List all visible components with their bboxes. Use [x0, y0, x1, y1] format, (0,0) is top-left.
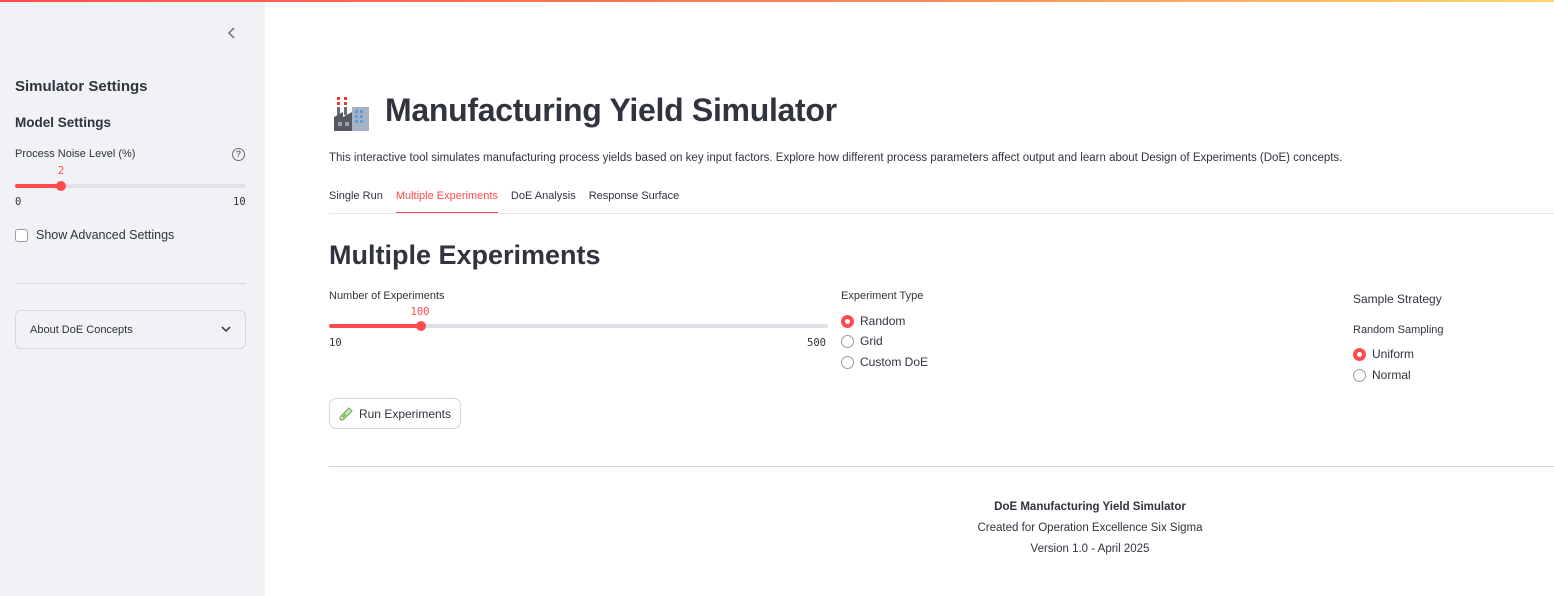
- tab-bar: Single Run Multiple Experiments DoE Anal…: [329, 185, 692, 214]
- footer-credit: Created for Operation Excellence Six Sig…: [977, 522, 1203, 534]
- page-title: Manufacturing Yield Simulator: [385, 92, 837, 128]
- radio-button[interactable]: [841, 355, 854, 369]
- about-doe-expander[interactable]: About DoE Concepts: [15, 310, 246, 349]
- num-experiments-slider[interactable]: [329, 321, 828, 331]
- tab-doe-analysis[interactable]: DoE Analysis: [511, 185, 576, 214]
- expander-label: About DoE Concepts: [30, 323, 133, 336]
- footer-title: DoE Manufacturing Yield Simulator: [994, 501, 1186, 513]
- num-experiments-max: 500: [807, 337, 826, 349]
- run-experiments-label: Run Experiments: [358, 406, 452, 421]
- radio-button[interactable]: [841, 314, 854, 328]
- radio-grid[interactable]: Grid: [841, 334, 883, 348]
- tab-bar-divider: [329, 213, 1554, 214]
- num-experiments-value: 100: [410, 306, 430, 318]
- radio-label: Uniform: [1372, 347, 1415, 361]
- radio-normal[interactable]: Normal: [1353, 368, 1411, 382]
- sidebar-title: Simulator Settings: [15, 78, 148, 95]
- test-tube-icon: [339, 406, 353, 421]
- footer: DoE Manufacturing Yield Simulator Create…: [840, 497, 1340, 560]
- noise-slider-fill: [15, 184, 61, 188]
- radio-button[interactable]: [1353, 347, 1366, 361]
- radio-random[interactable]: Random: [841, 314, 905, 328]
- advanced-settings-label: Show Advanced Settings: [36, 228, 175, 242]
- help-icon[interactable]: ?: [232, 148, 245, 161]
- checkbox-box[interactable]: [15, 228, 28, 242]
- sidebar-divider: [15, 283, 246, 284]
- tab-multiple-experiments[interactable]: Multiple Experiments: [395, 185, 499, 214]
- num-experiments-min: 10: [329, 337, 342, 349]
- radio-button[interactable]: [841, 334, 854, 348]
- sidebar: Simulator Settings Model Settings Proces…: [0, 2, 265, 596]
- run-experiments-button[interactable]: Run Experiments: [329, 398, 461, 429]
- random-sampling-label: Random Sampling: [1353, 324, 1444, 336]
- intro-text: This interactive tool simulates manufact…: [329, 152, 1343, 164]
- noise-slider-thumb[interactable]: [56, 181, 66, 191]
- radio-button[interactable]: [1353, 368, 1366, 382]
- num-experiments-slider-fill: [329, 324, 421, 328]
- advanced-settings-checkbox[interactable]: Show Advanced Settings: [15, 228, 174, 242]
- radio-label: Custom DoE: [860, 355, 929, 369]
- noise-slider-label: Process Noise Level (%): [15, 148, 136, 160]
- experiment-type-label: Experiment Type: [841, 290, 924, 302]
- radio-label: Grid: [860, 334, 883, 348]
- noise-slider-max: 10: [233, 196, 246, 208]
- radio-custom-doe[interactable]: Custom DoE: [841, 355, 928, 369]
- collapse-sidebar-button[interactable]: [222, 22, 242, 44]
- footer-version: Version 1.0 - April 2025: [1030, 543, 1150, 555]
- model-settings-heading: Model Settings: [15, 115, 112, 130]
- radio-uniform[interactable]: Uniform: [1353, 347, 1414, 361]
- footer-divider: [329, 466, 1554, 467]
- tab-single-run[interactable]: Single Run: [329, 185, 383, 214]
- factory-icon: [334, 97, 369, 131]
- num-experiments-label: Number of Experiments: [329, 290, 445, 302]
- noise-slider-min: 0: [15, 196, 22, 208]
- chevron-left-icon: [227, 27, 235, 39]
- tab-response-surface[interactable]: Response Surface: [589, 185, 680, 214]
- chevron-down-icon: [221, 326, 231, 333]
- noise-slider[interactable]: [15, 181, 246, 191]
- section-title: Multiple Experiments: [329, 240, 601, 270]
- sample-strategy-label: Sample Strategy: [1353, 292, 1442, 306]
- noise-slider-value: 2: [57, 165, 65, 177]
- radio-label: Normal: [1372, 368, 1411, 382]
- num-experiments-slider-thumb[interactable]: [416, 321, 426, 331]
- radio-label: Random: [860, 314, 906, 328]
